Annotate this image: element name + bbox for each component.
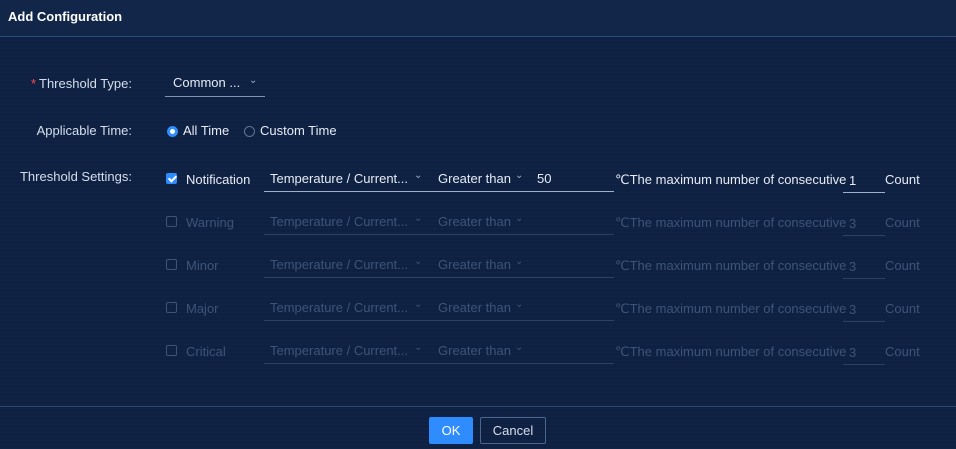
threshold-settings-label: Threshold Settings: bbox=[19, 169, 132, 184]
minor-label: Minor bbox=[186, 258, 219, 273]
radio-all-time[interactable] bbox=[167, 126, 178, 137]
dialog-header: Add Configuration bbox=[0, 0, 956, 37]
minor-metric-select[interactable]: Temperature / Current... ⌄ bbox=[264, 252, 430, 278]
notification-checkbox[interactable] bbox=[166, 173, 177, 184]
threshold-type-select[interactable]: Common ... ⌄ bbox=[165, 70, 265, 97]
threshold-type-label: * Threshold Type: bbox=[30, 76, 132, 91]
notification-count-unit: Count bbox=[885, 172, 920, 187]
warning-description: ℃The maximum number of consecutive bbox=[615, 215, 847, 230]
warning-comparator-select[interactable]: Greater than ⌄ bbox=[432, 209, 528, 235]
major-count-input[interactable]: 3 bbox=[843, 296, 885, 322]
critical-value-input[interactable] bbox=[530, 338, 614, 364]
warning-count-unit: Count bbox=[885, 215, 920, 230]
chevron-down-icon: ⌄ bbox=[414, 342, 423, 353]
minor-value-input[interactable] bbox=[530, 252, 614, 278]
cancel-button[interactable]: Cancel bbox=[480, 417, 546, 444]
required-mark: * bbox=[30, 76, 37, 91]
minor-comparator-select[interactable]: Greater than ⌄ bbox=[432, 252, 528, 278]
radio-custom-time-label[interactable]: Custom Time bbox=[260, 123, 337, 138]
warning-metric-select[interactable]: Temperature / Current... ⌄ bbox=[264, 209, 430, 235]
chevron-down-icon: ⌄ bbox=[414, 256, 423, 267]
critical-count-input[interactable]: 3 bbox=[843, 339, 885, 365]
minor-count-input[interactable]: 3 bbox=[843, 253, 885, 279]
chevron-down-icon: ⌄ bbox=[414, 213, 423, 224]
notification-field-underline bbox=[264, 191, 614, 192]
chevron-down-icon: ⌄ bbox=[414, 170, 423, 181]
applicable-time-label: Applicable Time: bbox=[36, 123, 132, 138]
chevron-down-icon: ⌄ bbox=[515, 170, 524, 181]
radio-all-time-label[interactable]: All Time bbox=[183, 123, 229, 138]
add-configuration-dialog: Add Configuration * Threshold Type: Commo… bbox=[0, 0, 956, 449]
critical-checkbox[interactable] bbox=[166, 345, 177, 356]
major-description: ℃The maximum number of consecutive bbox=[615, 301, 847, 316]
major-field-underline bbox=[264, 320, 614, 321]
major-value-input[interactable] bbox=[530, 295, 614, 321]
chevron-down-icon: ⌄ bbox=[515, 299, 524, 310]
critical-comparator-select[interactable]: Greater than ⌄ bbox=[432, 338, 528, 364]
chevron-down-icon: ⌄ bbox=[249, 75, 258, 86]
warning-label: Warning bbox=[186, 215, 234, 230]
major-comparator-select[interactable]: Greater than ⌄ bbox=[432, 295, 528, 321]
notification-metric-select[interactable]: Temperature / Current... ⌄ bbox=[264, 166, 430, 192]
minor-description: ℃The maximum number of consecutive bbox=[615, 258, 847, 273]
threshold-type-value: Common ... bbox=[173, 75, 241, 90]
critical-description: ℃The maximum number of consecutive bbox=[615, 344, 847, 359]
minor-count-unit: Count bbox=[885, 258, 920, 273]
major-count-unit: Count bbox=[885, 301, 920, 316]
critical-metric-select[interactable]: Temperature / Current... ⌄ bbox=[264, 338, 430, 364]
chevron-down-icon: ⌄ bbox=[515, 256, 524, 267]
notification-label: Notification bbox=[186, 172, 251, 187]
minor-checkbox[interactable] bbox=[166, 259, 177, 270]
chevron-down-icon: ⌄ bbox=[414, 299, 423, 310]
footer-divider bbox=[0, 406, 956, 407]
dialog-title: Add Configuration bbox=[8, 9, 123, 24]
warning-count-input[interactable]: 3 bbox=[843, 210, 885, 236]
notification-value-input[interactable]: 50 bbox=[530, 166, 614, 192]
notification-count-input[interactable]: 1 bbox=[843, 167, 885, 193]
major-label: Major bbox=[186, 301, 219, 316]
critical-count-unit: Count bbox=[885, 344, 920, 359]
major-checkbox[interactable] bbox=[166, 302, 177, 313]
notification-description: ℃The maximum number of consecutive bbox=[615, 172, 847, 187]
warning-field-underline bbox=[264, 234, 614, 235]
radio-custom-time[interactable] bbox=[244, 126, 255, 137]
chevron-down-icon: ⌄ bbox=[515, 213, 524, 224]
critical-field-underline bbox=[264, 363, 614, 364]
warning-checkbox[interactable] bbox=[166, 216, 177, 227]
notification-comparator-select[interactable]: Greater than ⌄ bbox=[432, 166, 528, 192]
major-metric-select[interactable]: Temperature / Current... ⌄ bbox=[264, 295, 430, 321]
minor-field-underline bbox=[264, 277, 614, 278]
warning-value-input[interactable] bbox=[530, 209, 614, 235]
critical-label: Critical bbox=[186, 344, 226, 359]
ok-button[interactable]: OK bbox=[429, 417, 473, 444]
chevron-down-icon: ⌄ bbox=[515, 342, 524, 353]
